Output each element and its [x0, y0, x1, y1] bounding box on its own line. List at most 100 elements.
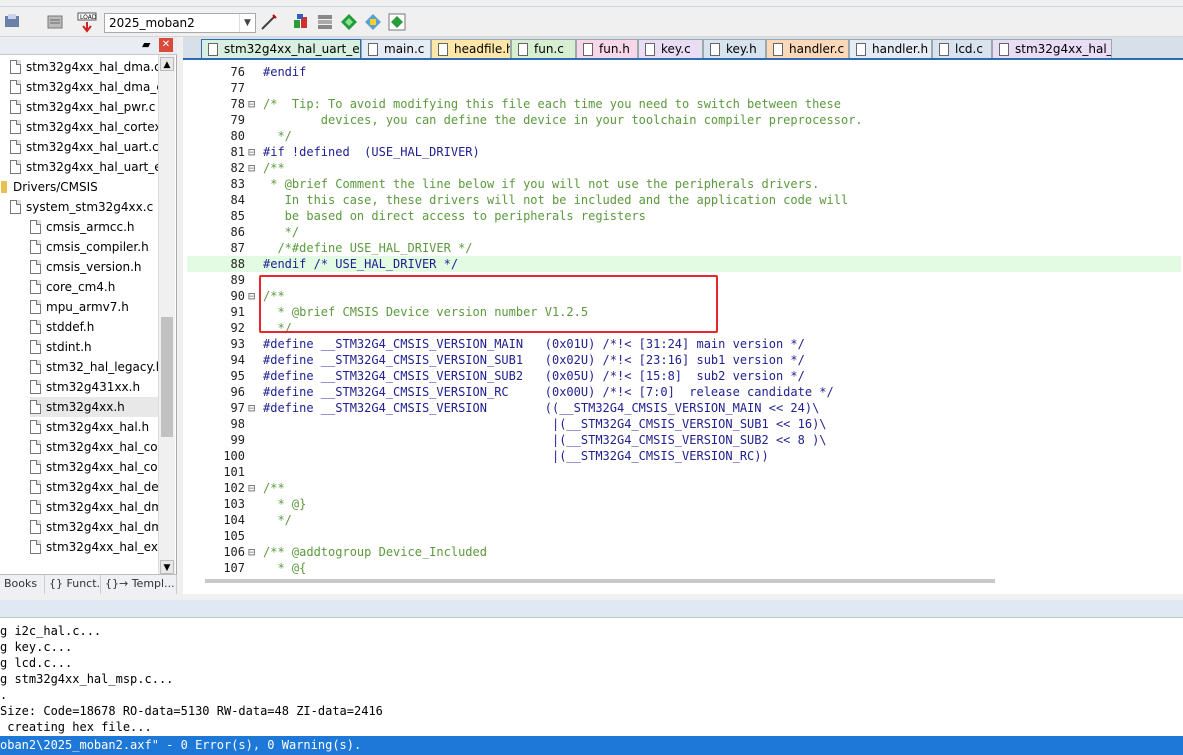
code-line[interactable]: 79 devices, you can define the device in… — [187, 112, 1181, 128]
tree-item[interactable]: stm32g4xx_hal_pwr.c — [10, 97, 155, 117]
code-line[interactable]: 84 In this case, these drivers will not … — [187, 192, 1181, 208]
target-select[interactable]: 2025_moban2 ▼ — [104, 13, 256, 33]
editor-tab[interactable]: fun.c — [511, 39, 576, 58]
editor-tab[interactable]: key.h — [703, 39, 766, 58]
code-line[interactable]: 77 — [187, 80, 1181, 96]
code-line[interactable]: 78 ⊟/* Tip: To avoid modifying this file … — [187, 96, 1181, 112]
tree-item[interactable]: stm32_hal_legacy.h — [30, 357, 158, 377]
tree-item[interactable]: stm32g4xx_hal_dma.c — [10, 57, 158, 77]
tree-item[interactable]: stddef.h — [30, 317, 94, 337]
tree-item[interactable]: mpu_armv7.h — [30, 297, 129, 317]
fold-marker-icon[interactable]: ⊟ — [248, 480, 262, 496]
tree-item[interactable]: stm32g4xx_hal_corte — [30, 457, 158, 477]
scroll-down-icon[interactable]: ▼ — [160, 560, 174, 574]
tree-item[interactable]: cmsis_version.h — [30, 257, 142, 277]
tree-item-label: stm32g4xx_hal_def.h — [46, 480, 158, 494]
file-extensions-icon[interactable] — [314, 11, 336, 33]
code-line[interactable]: 80 */ — [187, 128, 1181, 144]
code-line[interactable]: 83 * @brief Comment the line below if yo… — [187, 176, 1181, 192]
code-line[interactable]: 107 * @{ — [187, 560, 1181, 576]
code-line[interactable]: 81 ⊟ #if !defined (USE_HAL_DRIVER) — [187, 144, 1181, 160]
chevron-down-icon[interactable]: ▼ — [239, 14, 255, 32]
manage-components-icon[interactable] — [290, 11, 312, 33]
code-line[interactable]: 105 — [187, 528, 1181, 544]
tree-item[interactable]: stm32g4xx_hal.h — [30, 417, 149, 437]
scroll-up-icon[interactable]: ▲ — [160, 57, 174, 71]
tree-item[interactable]: stm32g4xx_hal_dma — [30, 517, 158, 537]
close-icon[interactable]: ✕ — [159, 38, 173, 52]
select-packs-icon[interactable] — [386, 11, 408, 33]
tree-item[interactable]: stm32g4xx_hal_exti. — [30, 537, 158, 557]
code-line[interactable]: 102 ⊟/** — [187, 480, 1181, 496]
code-line[interactable]: 87 /*#define USE_HAL_DRIVER */ — [187, 240, 1181, 256]
pack-installer-icon[interactable] — [362, 11, 384, 33]
code-line[interactable]: 86 */ — [187, 224, 1181, 240]
line-number: 94 — [230, 353, 245, 367]
tab-templates[interactable]: {}→ Templ... — [101, 575, 177, 594]
tree-item[interactable]: stm32g4xx_hal_def.h — [30, 477, 158, 497]
code-line[interactable]: 85 be based on direct access to peripher… — [187, 208, 1181, 224]
pin-icon[interactable]: ▰ — [142, 38, 150, 51]
editor-tab[interactable]: handler.c — [766, 39, 849, 58]
tree-item[interactable]: cmsis_armcc.h — [30, 217, 135, 237]
editor-tab-label: main.c — [384, 42, 425, 56]
fold-marker-icon[interactable]: ⊟ — [248, 544, 262, 560]
code-line[interactable]: 106 ⊟/** @addtogroup Device_Included — [187, 544, 1181, 560]
tree-item[interactable]: stm32g4xx_hal_cortex.c — [10, 117, 158, 137]
code-line[interactable]: 82 ⊟/** — [187, 160, 1181, 176]
tree-item[interactable]: stm32g4xx_hal_uart.c — [10, 137, 158, 157]
stack-icon[interactable] — [44, 11, 66, 33]
code-line[interactable]: 88 #endif /* USE_HAL_DRIVER */ — [187, 256, 1181, 272]
editor-tab[interactable]: stm32g4xx_hal_uart_ex.c — [201, 39, 361, 58]
tree-item[interactable]: system_stm32g4xx.c — [10, 197, 153, 217]
code-line[interactable]: 97 ⊟ #define __STM32G4_CMSIS_VERSION ((__S… — [187, 400, 1181, 416]
tab-books[interactable]: Books — [0, 575, 45, 594]
editor-tab[interactable]: fun.h — [576, 39, 638, 58]
fold-marker-icon[interactable]: ⊟ — [248, 160, 262, 176]
options-wand-icon[interactable] — [258, 11, 280, 33]
code-line[interactable]: 101 — [187, 464, 1181, 480]
tree-item[interactable]: stm32g431xx.h — [30, 377, 140, 397]
code-line[interactable]: 104 */ — [187, 512, 1181, 528]
editor-tab[interactable]: handler.h — [849, 39, 932, 58]
line-number: 99 — [230, 433, 245, 447]
scroll-thumb[interactable] — [161, 317, 173, 437]
file-icon — [30, 360, 41, 374]
tree-item[interactable]: cmsis_compiler.h — [30, 237, 149, 257]
code-line[interactable]: 98 |(__STM32G4_CMSIS_VERSION_SUB1 << 16)… — [187, 416, 1181, 432]
fold-marker-icon[interactable]: ⊟ — [248, 96, 262, 112]
fold-marker-icon[interactable]: ⊟ — [248, 144, 262, 160]
line-number: 80 — [230, 129, 245, 143]
tree-item[interactable]: stm32g4xx_hal_dma_ex. — [10, 77, 158, 97]
editor-tab[interactable]: stm32g4xx_hal_ti — [992, 39, 1112, 58]
code-line[interactable]: 94 #define __STM32G4_CMSIS_VERSION_SUB1 (… — [187, 352, 1181, 368]
editor-tab[interactable]: headfile.h — [431, 39, 511, 58]
fold-marker-icon[interactable]: ⊟ — [248, 400, 262, 416]
horizontal-scrollbar[interactable] — [205, 579, 995, 583]
code-line[interactable]: 76 #endif — [187, 64, 1181, 80]
download-icon[interactable]: ▾ — [2, 11, 24, 33]
load-icon[interactable]: LOAD — [76, 11, 98, 33]
tree-item[interactable]: stm32g4xx_hal_conf — [30, 437, 158, 457]
code-line[interactable]: 103 * @} — [187, 496, 1181, 512]
code-line[interactable]: 96 #define __STM32G4_CMSIS_VERSION_RC (0x… — [187, 384, 1181, 400]
tree-item[interactable]: stdint.h — [30, 337, 92, 357]
tree-item[interactable]: ▾Drivers/CMSIS — [0, 177, 98, 197]
code-line[interactable]: 99 |(__STM32G4_CMSIS_VERSION_SUB2 << 8 )… — [187, 432, 1181, 448]
tree-scrollbar[interactable]: ▲ ▼ — [158, 55, 175, 577]
tree-item[interactable]: core_cm4.h — [30, 277, 115, 297]
code-line[interactable]: 100 |(__STM32G4_CMSIS_VERSION_RC)) — [187, 448, 1181, 464]
tree-item-label: mpu_armv7.h — [46, 300, 129, 314]
tree-item[interactable]: stm32g4xx.h — [30, 397, 158, 417]
green-diamond-icon[interactable] — [338, 11, 360, 33]
editor-tab[interactable]: lcd.c — [932, 39, 992, 58]
code-line[interactable]: 93 #define __STM32G4_CMSIS_VERSION_MAIN (… — [187, 336, 1181, 352]
line-number: 105 — [223, 529, 245, 543]
code-line[interactable]: 95 #define __STM32G4_CMSIS_VERSION_SUB2 (… — [187, 368, 1181, 384]
tab-functions[interactable]: {} Funct... — [45, 575, 101, 594]
tree-item-label: stm32g4xx_hal_uart_ex.c — [26, 160, 158, 174]
tree-item[interactable]: stm32g4xx_hal_uart_ex.c — [10, 157, 158, 177]
editor-tab[interactable]: key.c — [638, 39, 703, 58]
editor-tab[interactable]: main.c — [361, 39, 431, 58]
tree-item[interactable]: stm32g4xx_hal_dma — [30, 497, 158, 517]
